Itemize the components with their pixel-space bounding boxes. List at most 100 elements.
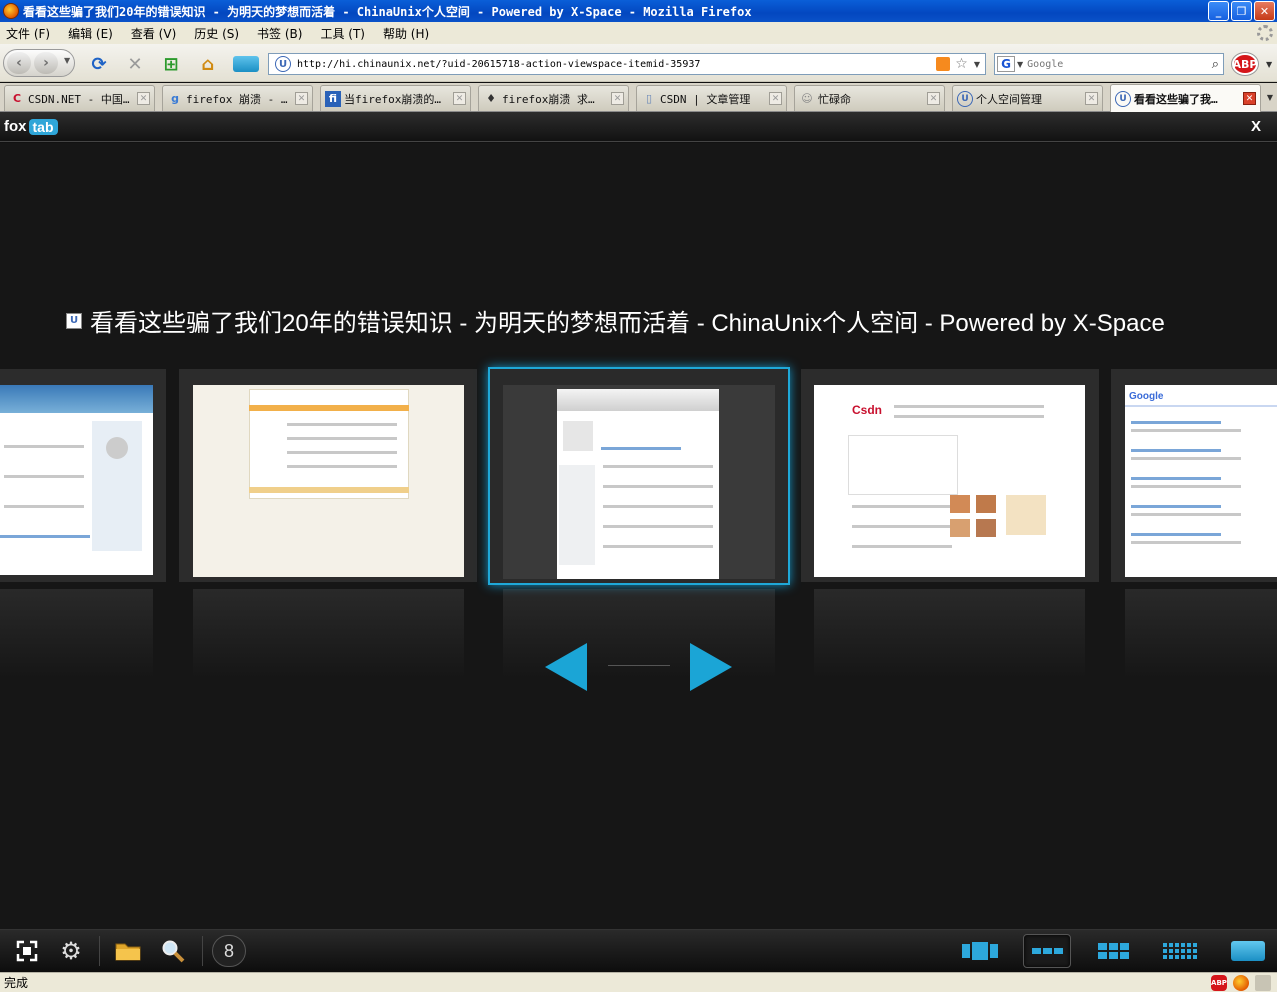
- foxtab-stage: U 看看这些骗了我们20年的错误知识 - 为明天的梦想而活着 - ChinaUn…: [0, 143, 1277, 929]
- minimize-button[interactable]: _: [1208, 1, 1229, 21]
- logo-badge: tab: [28, 118, 58, 135]
- view-grid-icon: [1097, 943, 1129, 959]
- view-dense-grid-button[interactable]: [1156, 934, 1204, 968]
- previous-arrow-icon[interactable]: [545, 643, 587, 691]
- thumbnail-reflection: [0, 589, 153, 679]
- tab-close-icon[interactable]: ✕: [453, 92, 466, 105]
- maximize-button[interactable]: ❐: [1231, 1, 1252, 21]
- foxtab-header: fox tab X: [0, 112, 1277, 142]
- firefox-status-icon[interactable]: [1233, 975, 1249, 991]
- status-bar: 完成 ABP: [0, 972, 1277, 992]
- adblock-dropdown-icon[interactable]: ▼: [1266, 60, 1272, 69]
- view-row-icon: [1031, 948, 1063, 954]
- back-button[interactable]: ‹: [7, 52, 31, 74]
- tab-favicon-icon: U: [957, 90, 973, 107]
- search-tabs-button[interactable]: [155, 935, 191, 967]
- tab-current-article[interactable]: U 看看这些骗了我… ✕: [1110, 84, 1261, 112]
- search-input[interactable]: [1027, 58, 1212, 70]
- fullscreen-button[interactable]: [9, 935, 45, 967]
- google-engine-icon[interactable]: G: [997, 56, 1015, 72]
- firefox-icon: [3, 3, 19, 19]
- carousel-navigation: [545, 643, 735, 693]
- window-titlebar[interactable]: 看看这些骗了我们20年的错误知识 - 为明天的梦想而活着 - ChinaUnix…: [0, 0, 1277, 22]
- thumbnail-image: [0, 385, 153, 575]
- tab-when-firefox-crash[interactable]: fi 当firefox崩溃的… ✕: [320, 85, 471, 111]
- thumbnail-image: [503, 385, 775, 579]
- view-row-button[interactable]: [1023, 934, 1071, 968]
- rss-feed-icon[interactable]: [936, 57, 951, 71]
- engine-dropdown-icon[interactable]: ▼: [1017, 60, 1023, 69]
- view-3d-wall-button[interactable]: [956, 934, 1004, 968]
- foxtab-logo: fox tab: [4, 118, 58, 135]
- stop-icon[interactable]: ✕: [124, 53, 146, 75]
- tab-busy-life[interactable]: ☺ 忙碌命 ✕: [794, 85, 945, 111]
- tab-close-icon[interactable]: ✕: [137, 92, 150, 105]
- tab-label: CSDN | 文章管理: [660, 92, 751, 106]
- all-tabs-dropdown-icon[interactable]: ▼: [1267, 93, 1273, 102]
- tab-thumbnail-active[interactable]: [488, 367, 790, 585]
- menu-bar: 文件 (F) 编辑 (E) 查看 (V) 历史 (S) 书签 (B) 工具 (T…: [0, 22, 1277, 44]
- menu-bookmarks[interactable]: 书签 (B): [257, 25, 302, 42]
- thumbnail-reflection: [1125, 589, 1277, 679]
- bookmark-star-icon[interactable]: ☆: [955, 56, 968, 72]
- tab-close-icon[interactable]: ✕: [769, 92, 782, 105]
- tab-close-icon[interactable]: ✕: [611, 92, 624, 105]
- url-bar[interactable]: U http://hi.chinaunix.net/?uid-20615718-…: [268, 53, 986, 75]
- close-window-button[interactable]: ✕: [1254, 1, 1275, 21]
- thumbnail-reflection: [814, 589, 1085, 679]
- menu-edit[interactable]: 编辑 (E): [68, 25, 113, 42]
- foxtab-close-button[interactable]: X: [1251, 118, 1261, 135]
- history-dropdown-icon[interactable]: ▼: [64, 56, 70, 65]
- next-arrow-icon[interactable]: [690, 643, 732, 691]
- tab-firefox-crash[interactable]: g firefox 崩溃 - … ✕: [162, 85, 313, 111]
- tab-csdn-article-manage[interactable]: ▯ CSDN | 文章管理 ✕: [636, 85, 787, 111]
- tab-thumbnail[interactable]: [179, 369, 477, 582]
- menu-tools[interactable]: 工具 (T): [320, 25, 365, 42]
- carousel-position-indicator: [608, 665, 670, 666]
- tab-csdn[interactable]: C CSDN.NET - 中国… ✕: [4, 85, 155, 111]
- tab-close-icon[interactable]: ✕: [295, 92, 308, 105]
- home-icon[interactable]: ⌂: [197, 53, 219, 75]
- reload-icon[interactable]: ⟳: [88, 53, 110, 75]
- tab-close-icon[interactable]: ✕: [1085, 92, 1098, 105]
- site-favicon-icon: U: [275, 56, 291, 72]
- url-dropdown-icon[interactable]: ▼: [974, 60, 980, 69]
- adblock-plus-icon[interactable]: ABP: [1232, 53, 1258, 75]
- new-tab-icon[interactable]: ⊞: [160, 53, 182, 75]
- menu-file[interactable]: 文件 (F): [6, 25, 50, 42]
- tab-label: CSDN.NET - 中国…: [28, 92, 130, 106]
- resize-grip-icon[interactable]: [1255, 975, 1271, 991]
- tab-label: 忙碌命: [818, 92, 851, 106]
- tab-favicon-icon: g: [171, 92, 179, 105]
- tab-close-icon[interactable]: ✕: [927, 92, 940, 105]
- tab-personal-space-manage[interactable]: U 个人空间管理 ✕: [952, 85, 1103, 111]
- tab-label: 当firefox崩溃的…: [344, 92, 441, 106]
- menu-help[interactable]: 帮助 (H): [383, 25, 429, 42]
- page-favicon-icon: U: [66, 312, 82, 329]
- url-text[interactable]: http://hi.chinaunix.net/?uid-20615718-ac…: [297, 59, 936, 70]
- menu-view[interactable]: 查看 (V): [131, 25, 176, 42]
- tab-firefox-crash-help[interactable]: ♦ firefox崩溃 求… ✕: [478, 85, 629, 111]
- throbber-icon: [1257, 25, 1273, 41]
- search-bar[interactable]: G ▼ ⌕: [994, 53, 1224, 75]
- tab-favicon-icon: ☺: [801, 92, 813, 105]
- toolbar-divider: [202, 936, 203, 966]
- adblock-status-icon[interactable]: ABP: [1211, 975, 1227, 991]
- status-text: 完成: [4, 976, 29, 990]
- folder-button[interactable]: [110, 935, 146, 967]
- view-dense-grid-icon: [1163, 943, 1197, 959]
- tab-thumbnail[interactable]: Google: [1111, 369, 1277, 582]
- tab-label: firefox 崩溃 - …: [186, 92, 288, 106]
- menu-history[interactable]: 历史 (S): [194, 25, 239, 42]
- view-stack-button[interactable]: [1224, 934, 1272, 968]
- tab-favicon-icon: ♦: [486, 92, 496, 105]
- tab-close-icon[interactable]: ✕: [1243, 92, 1256, 105]
- view-grid-button[interactable]: [1089, 934, 1137, 968]
- tab-thumbnail[interactable]: Csdn: [801, 369, 1099, 582]
- forward-button[interactable]: ›: [34, 52, 58, 74]
- foxtab-toolbar-icon[interactable]: [232, 53, 260, 75]
- settings-button[interactable]: ⚙: [53, 935, 89, 967]
- tab-count-badge: 8: [212, 935, 246, 967]
- tab-thumbnail[interactable]: [0, 369, 166, 582]
- search-icon[interactable]: ⌕: [1212, 57, 1219, 72]
